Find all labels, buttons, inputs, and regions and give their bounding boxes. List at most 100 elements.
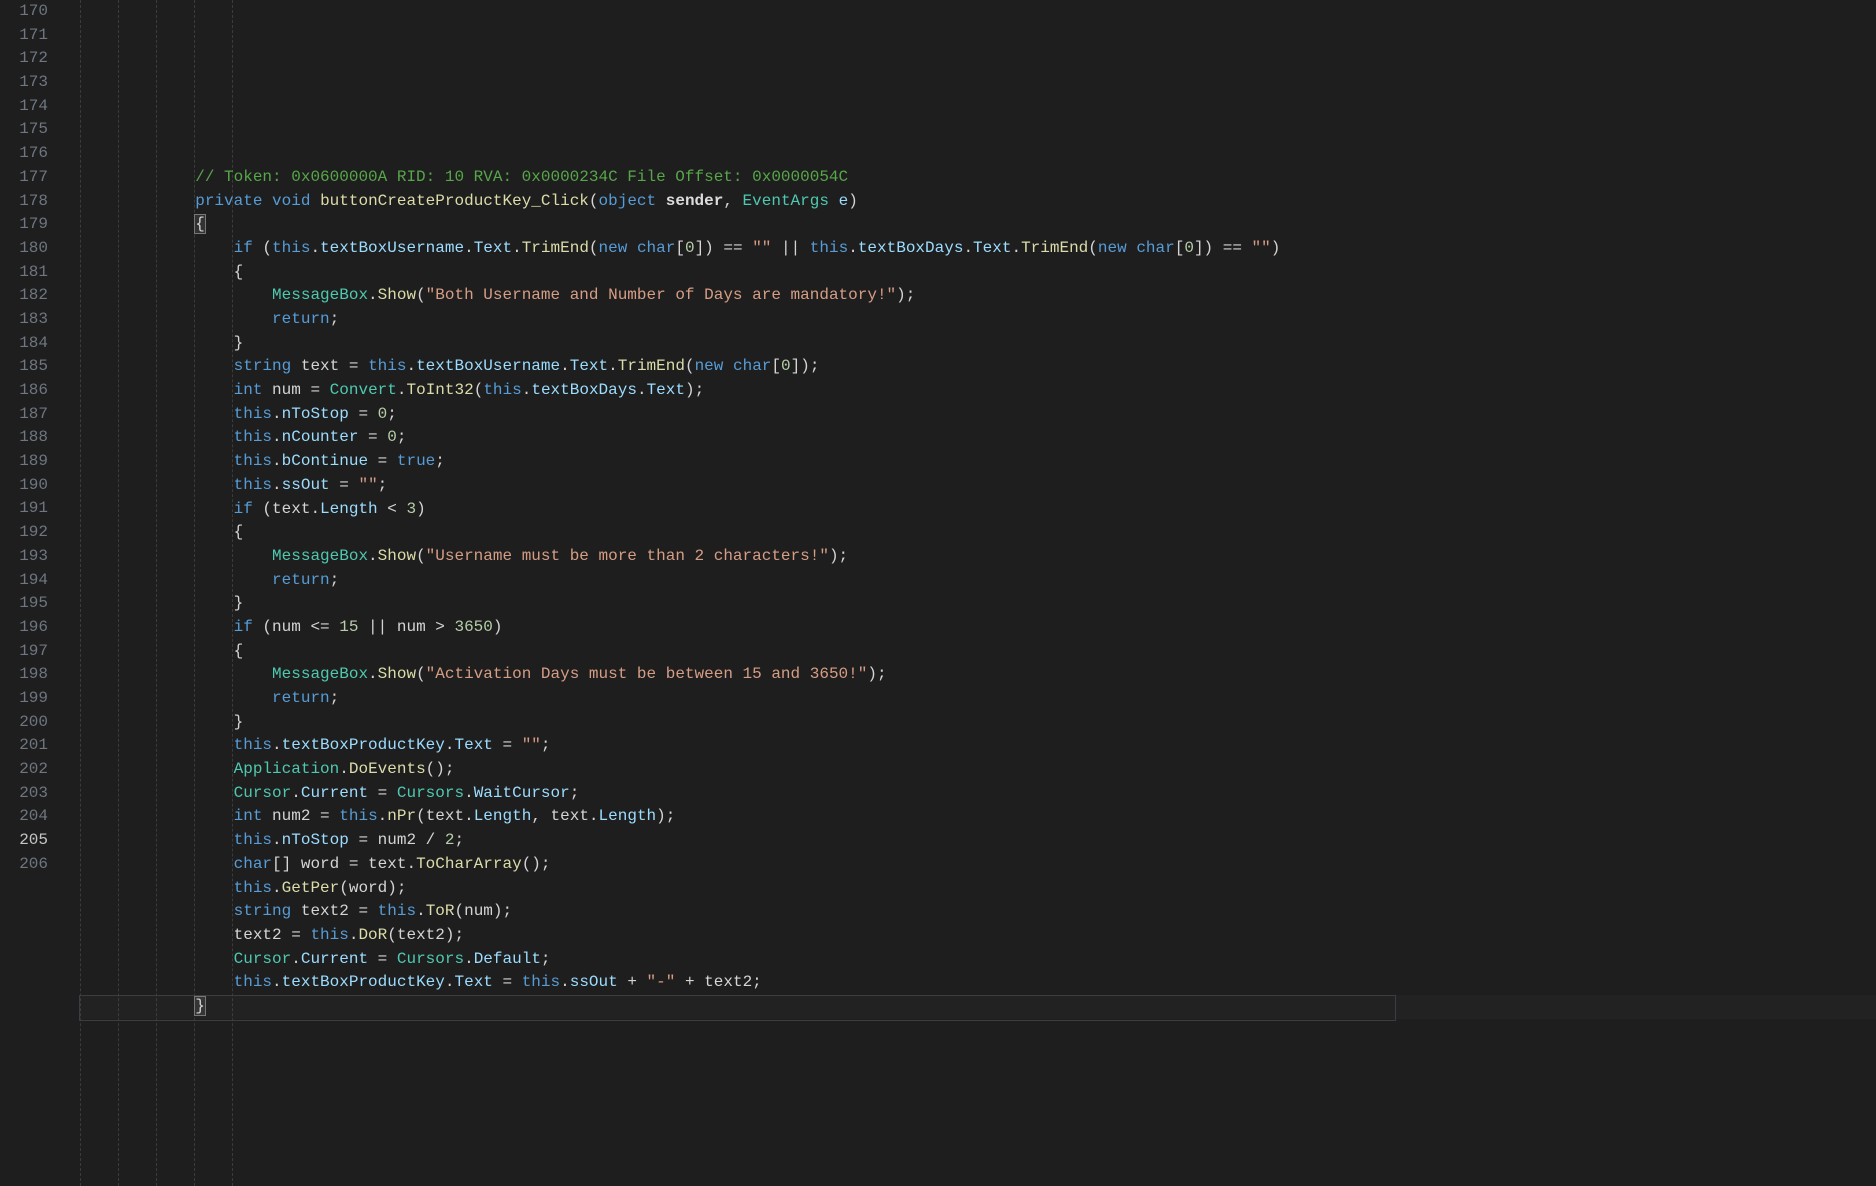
code-line[interactable]: } (80, 995, 1876, 1019)
code-line[interactable]: this.nToStop = num2 / 2; (80, 829, 1876, 853)
line-number[interactable]: 192 (8, 521, 48, 545)
code-token: text2 (301, 902, 349, 920)
code-line[interactable]: if (text.Length < 3) (80, 498, 1876, 522)
code-line[interactable]: { (80, 521, 1876, 545)
code-token: ; (541, 950, 551, 968)
code-token: 0 (1184, 239, 1194, 257)
line-number[interactable]: 186 (8, 379, 48, 403)
code-line[interactable] (80, 1019, 1876, 1043)
code-line[interactable]: this.textBoxProductKey.Text = this.ssOut… (80, 971, 1876, 995)
line-number[interactable]: 185 (8, 355, 48, 379)
line-number[interactable]: 181 (8, 261, 48, 285)
code-token: object (599, 192, 657, 210)
line-number[interactable]: 201 (8, 734, 48, 758)
code-token: [ (771, 357, 781, 375)
code-line[interactable]: { (80, 213, 1876, 237)
code-line[interactable]: int num2 = this.nPr(text.Length, text.Le… (80, 805, 1876, 829)
line-number[interactable]: 188 (8, 426, 48, 450)
code-line[interactable]: return; (80, 569, 1876, 593)
line-number[interactable]: 197 (8, 640, 48, 664)
code-token: int (234, 381, 263, 399)
code-line[interactable]: this.bContinue = true; (80, 450, 1876, 474)
code-token: textBoxDays (531, 381, 637, 399)
line-number[interactable]: 204 (8, 805, 48, 829)
line-number[interactable]: 183 (8, 308, 48, 332)
code-line[interactable]: } (80, 332, 1876, 356)
line-number[interactable]: 194 (8, 569, 48, 593)
code-token: 3650 (454, 618, 492, 636)
code-line[interactable]: this.GetPer(word); (80, 877, 1876, 901)
line-number[interactable]: 190 (8, 474, 48, 498)
line-number[interactable]: 180 (8, 237, 48, 261)
line-number[interactable]: 184 (8, 332, 48, 356)
line-number[interactable]: 195 (8, 592, 48, 616)
code-line[interactable]: char[] word = text.ToCharArray(); (80, 853, 1876, 877)
line-number[interactable]: 205 (8, 829, 48, 853)
code-token: 3 (406, 500, 416, 518)
code-line[interactable]: this.textBoxProductKey.Text = ""; (80, 734, 1876, 758)
code-line[interactable]: text2 = this.DoR(text2); (80, 924, 1876, 948)
line-number[interactable]: 206 (8, 853, 48, 877)
line-number[interactable]: 171 (8, 24, 48, 48)
line-number[interactable]: 196 (8, 616, 48, 640)
code-line[interactable]: if (num <= 15 || num > 3650) (80, 616, 1876, 640)
code-token: . (397, 381, 407, 399)
code-line[interactable]: if (this.textBoxUsername.Text.TrimEnd(ne… (80, 237, 1876, 261)
line-number[interactable]: 175 (8, 118, 48, 142)
code-token: . (416, 902, 426, 920)
line-number[interactable]: 176 (8, 142, 48, 166)
code-line[interactable]: MessageBox.Show("Username must be more t… (80, 545, 1876, 569)
line-number[interactable]: 182 (8, 284, 48, 308)
code-line[interactable]: MessageBox.Show("Both Username and Numbe… (80, 284, 1876, 308)
line-number-gutter[interactable]: 1701711721731741751761771781791801811821… (0, 0, 60, 1186)
code-token (262, 381, 272, 399)
code-token: ( (589, 192, 599, 210)
code-line[interactable]: return; (80, 308, 1876, 332)
code-line[interactable]: { (80, 640, 1876, 664)
code-editor[interactable]: 1701711721731741751761771781791801811821… (0, 0, 1876, 1186)
code-line[interactable]: Application.DoEvents(); (80, 758, 1876, 782)
code-token: + (618, 973, 647, 991)
code-token: . (406, 357, 416, 375)
line-number[interactable]: 178 (8, 190, 48, 214)
line-number[interactable]: 202 (8, 758, 48, 782)
line-number[interactable]: 179 (8, 213, 48, 237)
code-token: ; (454, 831, 464, 849)
code-line[interactable]: string text = this.textBoxUsername.Text.… (80, 355, 1876, 379)
code-line[interactable]: int num = Convert.ToInt32(this.textBoxDa… (80, 379, 1876, 403)
line-number[interactable]: 203 (8, 782, 48, 806)
code-line[interactable]: Cursor.Current = Cursors.WaitCursor; (80, 782, 1876, 806)
code-line[interactable]: } (80, 711, 1876, 735)
line-number[interactable]: 172 (8, 47, 48, 71)
line-number[interactable]: 187 (8, 403, 48, 427)
code-token: ) (1271, 239, 1281, 257)
code-line[interactable]: private void buttonCreateProductKey_Clic… (80, 190, 1876, 214)
code-line[interactable]: // Token: 0x0600000A RID: 10 RVA: 0x0000… (80, 166, 1876, 190)
line-number[interactable]: 189 (8, 450, 48, 474)
code-area[interactable]: // Token: 0x0600000A RID: 10 RVA: 0x0000… (80, 0, 1876, 1186)
code-line[interactable]: this.ssOut = ""; (80, 474, 1876, 498)
code-line[interactable]: MessageBox.Show("Activation Days must be… (80, 663, 1876, 687)
code-line[interactable]: return; (80, 687, 1876, 711)
code-line[interactable]: this.nToStop = 0; (80, 403, 1876, 427)
line-number[interactable]: 200 (8, 711, 48, 735)
code-line[interactable]: } (80, 592, 1876, 616)
line-number[interactable]: 193 (8, 545, 48, 569)
line-number[interactable]: 170 (8, 0, 48, 24)
line-number[interactable]: 199 (8, 687, 48, 711)
code-line[interactable]: this.nCounter = 0; (80, 426, 1876, 450)
line-number[interactable]: 173 (8, 71, 48, 95)
code-token: (text. (416, 807, 474, 825)
code-token (1127, 239, 1137, 257)
code-line[interactable]: string text2 = this.ToR(num); (80, 900, 1876, 924)
code-token: = (349, 902, 378, 920)
line-number[interactable]: 198 (8, 663, 48, 687)
line-number[interactable]: 174 (8, 95, 48, 119)
code-line[interactable]: Cursor.Current = Cursors.Default; (80, 948, 1876, 972)
code-token: [] (272, 855, 301, 873)
line-number[interactable]: 177 (8, 166, 48, 190)
code-token: . (291, 950, 301, 968)
code-line[interactable]: { (80, 261, 1876, 285)
line-number[interactable]: 191 (8, 497, 48, 521)
fold-column[interactable] (60, 0, 80, 1186)
